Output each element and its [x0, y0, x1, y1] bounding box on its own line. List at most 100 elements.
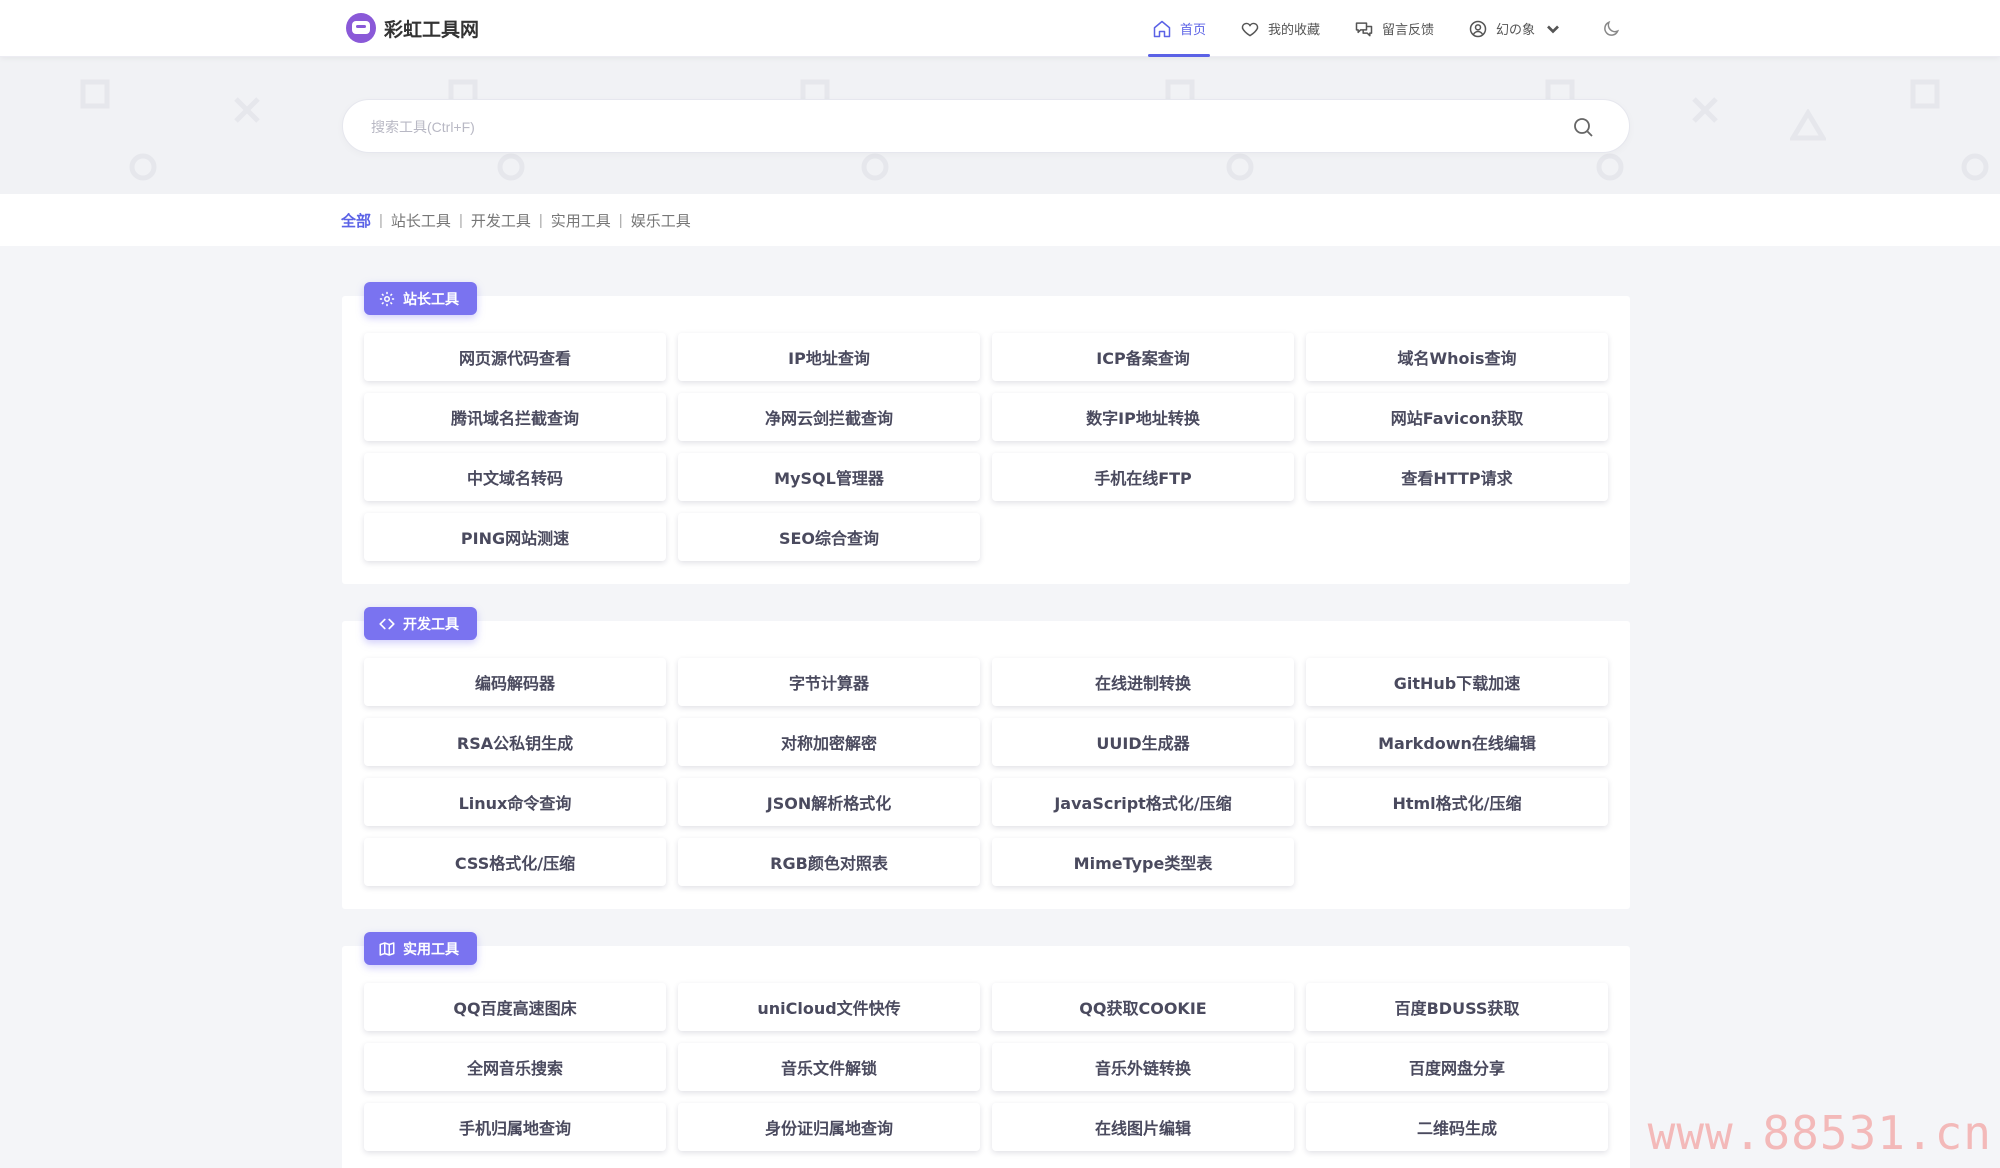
decor-square-icon: [80, 79, 110, 109]
tool-card[interactable]: 百度BDUSS获取: [1306, 983, 1608, 1031]
tool-card[interactable]: 音乐外链转换: [992, 1043, 1294, 1091]
watermark-text: www.88531.cn: [1647, 1106, 1992, 1160]
tool-card[interactable]: 二维码生成: [1306, 1103, 1608, 1151]
tool-card[interactable]: Linux命令查询: [364, 778, 666, 826]
tool-card[interactable]: 音乐文件解锁: [678, 1043, 980, 1091]
filter-webmaster[interactable]: 站长工具: [391, 210, 451, 231]
filter-fun[interactable]: 娱乐工具: [631, 210, 691, 231]
tool-card[interactable]: 净网云剑拦截查询: [678, 393, 980, 441]
user-icon: [1469, 20, 1487, 37]
logo-icon: [346, 13, 376, 43]
section-badge: 站长工具: [364, 282, 477, 315]
filter-separator: |: [538, 212, 543, 229]
search-input[interactable]: [371, 116, 1521, 138]
tool-card[interactable]: IP地址查询: [678, 333, 980, 381]
section-badge: 开发工具: [364, 607, 477, 640]
tool-card[interactable]: 查看HTTP请求: [1306, 453, 1608, 501]
category-filter-list: 全部 | 站长工具 | 开发工具 | 实用工具 | 娱乐工具: [341, 210, 691, 231]
tool-card[interactable]: QQ百度高速图床: [364, 983, 666, 1031]
tool-card[interactable]: 域名Whois查询: [1306, 333, 1608, 381]
tool-card[interactable]: 数字IP地址转换: [992, 393, 1294, 441]
tool-card[interactable]: 手机在线FTP: [992, 453, 1294, 501]
decor-triangle-icon: [1790, 109, 1826, 141]
map-icon: [379, 941, 395, 956]
tool-card[interactable]: ICP备案查询: [992, 333, 1294, 381]
tool-card[interactable]: Markdown在线编辑: [1306, 718, 1608, 766]
nav-favorites-label: 我的收藏: [1268, 23, 1321, 38]
tool-card[interactable]: 中文域名转码: [364, 453, 666, 501]
gear-icon: [379, 291, 395, 306]
nav-user-menu[interactable]: 幻の象: [1464, 0, 1567, 57]
decor-circle-icon: [861, 153, 889, 181]
section-title: 站长工具: [403, 291, 459, 308]
decor-cross-icon: [234, 97, 260, 123]
tool-card[interactable]: MimeType类型表: [992, 838, 1294, 886]
tool-card[interactable]: 手机归属地查询: [364, 1103, 666, 1151]
tool-card[interactable]: RSA公私钥生成: [364, 718, 666, 766]
heart-icon: [1241, 22, 1259, 36]
tool-card[interactable]: GitHub下载加速: [1306, 658, 1608, 706]
tool-card[interactable]: RGB颜色对照表: [678, 838, 980, 886]
category-filter-bar: 全部 | 站长工具 | 开发工具 | 实用工具 | 娱乐工具: [0, 194, 2000, 246]
search-box: [342, 99, 1630, 153]
nav-home-label: 首页: [1180, 23, 1207, 38]
decor-cross-icon: [1692, 97, 1718, 123]
tool-card[interactable]: PING网站测速: [364, 513, 666, 561]
section-title: 开发工具: [403, 616, 459, 633]
tool-card[interactable]: 全网音乐搜索: [364, 1043, 666, 1091]
tool-grid: QQ百度高速图床 uniCloud文件快传 QQ获取COOKIE 百度BDUSS…: [364, 983, 1610, 1151]
tool-card[interactable]: 腾讯域名拦截查询: [364, 393, 666, 441]
tool-card[interactable]: 在线进制转换: [992, 658, 1294, 706]
decor-circle-icon: [1596, 153, 1624, 181]
filter-separator: |: [379, 212, 383, 229]
tool-card[interactable]: MySQL管理器: [678, 453, 980, 501]
nav-feedback-label: 留言反馈: [1382, 23, 1435, 38]
tool-card[interactable]: QQ获取COOKIE: [992, 983, 1294, 1031]
site-name: 彩虹工具网: [384, 18, 480, 41]
nav-user-label: 幻の象: [1496, 23, 1536, 38]
decor-square-icon: [1910, 79, 1940, 109]
code-icon: [379, 618, 395, 629]
tool-card[interactable]: 字节计算器: [678, 658, 980, 706]
tool-card[interactable]: Html格式化/压缩: [1306, 778, 1608, 826]
tool-grid: 编码解码器 字节计算器 在线进制转换 GitHub下载加速 RSA公私钥生成 对…: [364, 658, 1610, 886]
section-dev-tools: 开发工具 编码解码器 字节计算器 在线进制转换 GitHub下载加速 RSA公私…: [342, 607, 1630, 909]
tool-card[interactable]: 在线图片编辑: [992, 1103, 1294, 1151]
tool-card[interactable]: JavaScript格式化/压缩: [992, 778, 1294, 826]
nav-favorites[interactable]: 我的收藏: [1236, 0, 1324, 57]
moon-icon: [1604, 20, 1620, 36]
home-icon: [1153, 20, 1171, 37]
decor-circle-icon: [129, 153, 157, 181]
filter-separator: |: [618, 212, 623, 229]
search-icon[interactable]: [1571, 115, 1595, 139]
section-badge: 实用工具: [364, 932, 477, 965]
tool-card[interactable]: UUID生成器: [992, 718, 1294, 766]
filter-all[interactable]: 全部: [341, 210, 371, 231]
nav-home[interactable]: 首页: [1148, 0, 1211, 57]
decor-circle-icon: [497, 153, 525, 181]
decor-circle-icon: [1961, 153, 1989, 181]
section-webmaster-tools: 站长工具 网页源代码查看 IP地址查询 ICP备案查询 域名Whois查询 腾讯…: [342, 282, 1630, 584]
theme-toggle-button[interactable]: [1597, 0, 1625, 57]
tool-card[interactable]: SEO综合查询: [678, 513, 980, 561]
filter-utility[interactable]: 实用工具: [551, 210, 611, 231]
tool-card[interactable]: 身份证归属地查询: [678, 1103, 980, 1151]
tool-card[interactable]: 百度网盘分享: [1306, 1043, 1608, 1091]
tool-card[interactable]: CSS格式化/压缩: [364, 838, 666, 886]
tool-card[interactable]: 网页源代码查看: [364, 333, 666, 381]
chevron-down-icon: [1547, 25, 1560, 33]
tool-card[interactable]: JSON解析格式化: [678, 778, 980, 826]
nav-feedback[interactable]: 留言反馈: [1350, 0, 1438, 57]
filter-separator: |: [458, 212, 463, 229]
tool-card[interactable]: 网站Favicon获取: [1306, 393, 1608, 441]
chat-icon: [1355, 21, 1373, 36]
tool-grid: 网页源代码查看 IP地址查询 ICP备案查询 域名Whois查询 腾讯域名拦截查…: [364, 333, 1610, 561]
main-nav: 首页 我的收藏 留言反馈 幻の象: [1148, 0, 1651, 57]
search-hero: [0, 57, 2000, 194]
tool-card[interactable]: 对称加密解密: [678, 718, 980, 766]
filter-dev[interactable]: 开发工具: [471, 210, 531, 231]
tool-card[interactable]: uniCloud文件快传: [678, 983, 980, 1031]
tool-card[interactable]: 编码解码器: [364, 658, 666, 706]
section-utility-tools: 实用工具 QQ百度高速图床 uniCloud文件快传 QQ获取COOKIE 百度…: [342, 932, 1630, 1168]
site-logo[interactable]: 彩虹工具网: [346, 12, 479, 44]
